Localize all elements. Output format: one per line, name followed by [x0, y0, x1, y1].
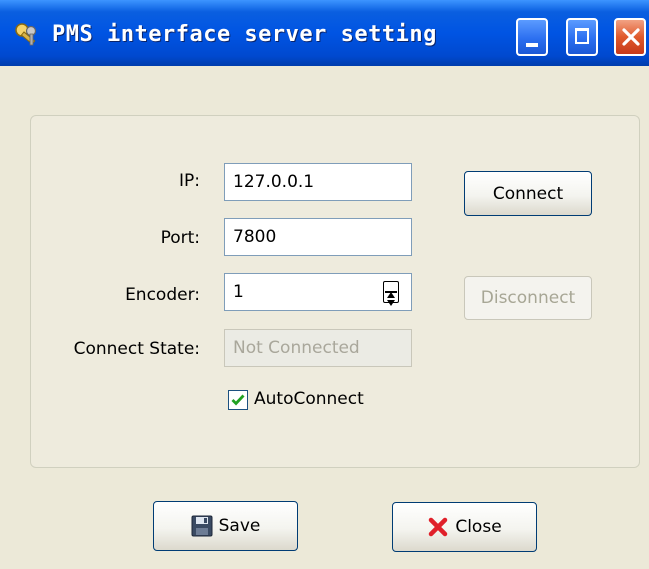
disconnect-button[interactable]: Disconnect [464, 276, 592, 320]
port-label-wrap: Port: [40, 228, 200, 252]
spin-down-icon[interactable] [386, 292, 396, 306]
keys-icon [14, 22, 42, 48]
ip-label: IP: [179, 171, 200, 191]
connect-state-label-wrap: Connect State: [40, 339, 200, 363]
ip-field[interactable]: 127.0.0.1 [224, 163, 412, 201]
close-icon [619, 25, 643, 49]
window-title: PMS interface server setting [52, 22, 437, 47]
minimize-button[interactable] [516, 18, 548, 56]
connect-state-value: Not Connected [233, 338, 360, 358]
save-button[interactable]: Save [153, 501, 298, 551]
encoder-spinbox[interactable]: 1 [224, 273, 412, 311]
connect-button[interactable]: Connect [464, 171, 592, 216]
encoder-label-wrap: Encoder: [40, 285, 200, 309]
port-label: Port: [160, 228, 200, 248]
maximize-icon [575, 28, 589, 44]
close-button[interactable]: Close [392, 502, 537, 552]
maximize-button[interactable] [566, 18, 598, 56]
autoconnect-label[interactable]: AutoConnect [254, 389, 364, 409]
ip-label-wrap: IP: [40, 171, 200, 195]
connect-button-label: Connect [492, 183, 564, 204]
checkmark-icon [231, 394, 245, 406]
port-value: 7800 [233, 227, 277, 247]
red-x-icon [427, 516, 449, 538]
autoconnect-checkbox[interactable] [228, 390, 248, 410]
disconnect-button-label: Disconnect [480, 288, 576, 308]
connect-state-label: Connect State: [73, 339, 200, 359]
close-button-label: Close [455, 517, 502, 537]
encoder-value: 1 [233, 282, 244, 302]
port-field[interactable]: 7800 [224, 218, 412, 256]
minimize-icon [526, 43, 538, 47]
close-window-button[interactable] [614, 18, 646, 56]
spin-arrows[interactable] [383, 281, 399, 306]
connect-state-field: Not Connected [224, 329, 412, 367]
ip-value: 127.0.0.1 [233, 172, 315, 192]
encoder-label: Encoder: [125, 285, 200, 305]
floppy-disk-icon [191, 515, 213, 537]
save-button-label: Save [218, 516, 261, 536]
title-bar[interactable]: PMS interface server setting [0, 0, 649, 66]
